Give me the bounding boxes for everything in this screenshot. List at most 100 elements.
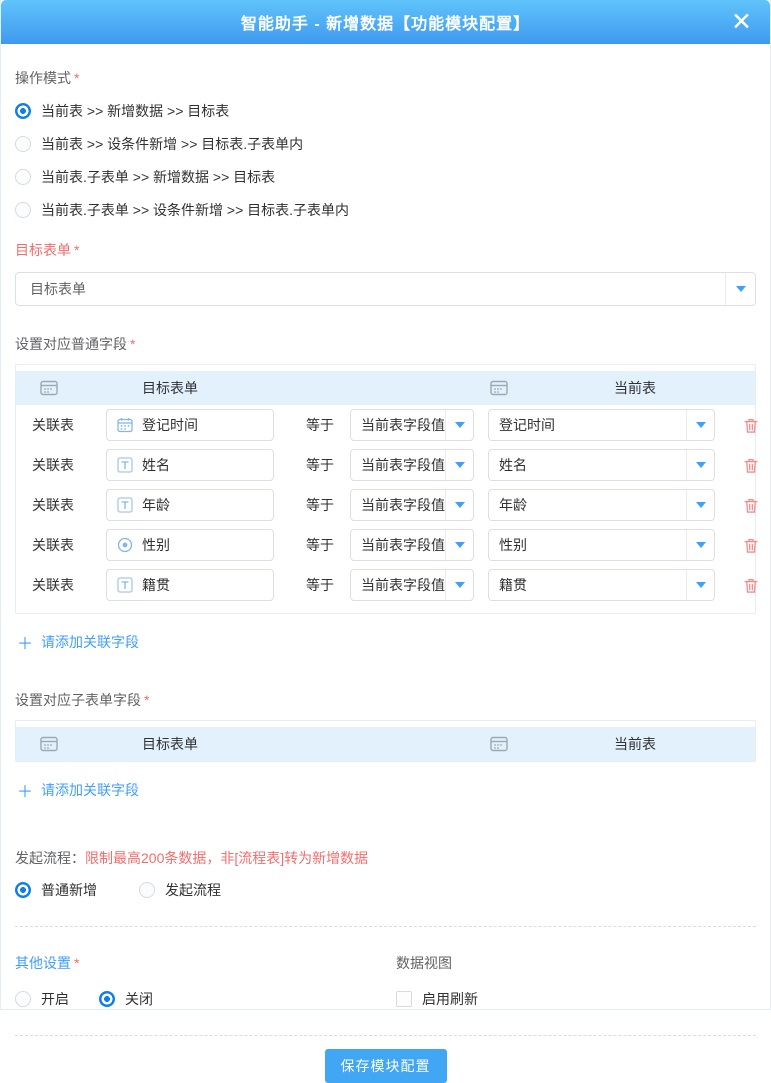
radio-icon[interactable] <box>15 103 31 119</box>
radio-field-icon <box>117 537 133 553</box>
radio-icon[interactable] <box>15 169 31 185</box>
table-header: 目标表单 当前表 <box>16 727 755 761</box>
chevron-down-icon[interactable] <box>686 530 714 560</box>
form-icon <box>40 380 58 396</box>
operation-mode-option-4[interactable]: 当前表.子表单 >> 设条件新增 >> 目标表.子表单内 <box>15 200 756 220</box>
chevron-down-icon[interactable] <box>445 410 473 440</box>
operator-label: 等于 <box>306 415 336 435</box>
current-field-select[interactable]: 登记时间 <box>488 409 715 441</box>
close-icon[interactable]: ✕ <box>731 6 752 38</box>
radio-icon[interactable] <box>15 202 31 218</box>
data-view-label: 数据视图 <box>396 953 756 973</box>
text-field-icon <box>117 577 133 593</box>
required-mark: * <box>74 70 79 86</box>
form-icon <box>490 736 508 752</box>
target-field-box[interactable]: 年龄 <box>106 489 274 521</box>
chevron-down-icon[interactable] <box>725 273 755 305</box>
process-option-flow[interactable]: 发起流程 <box>139 880 221 900</box>
chevron-down-icon[interactable] <box>686 450 714 480</box>
chevron-down-icon[interactable] <box>445 570 473 600</box>
text-field-icon <box>117 497 133 513</box>
enable-refresh-checkbox-row[interactable]: 启用刷新 <box>396 989 756 1009</box>
add-subform-relation-field-link[interactable]: ＋ 请添加关联字段 <box>17 778 139 802</box>
target-field-box[interactable]: 登记时间 <box>106 409 274 441</box>
target-field-box[interactable]: 性别 <box>106 529 274 561</box>
required-mark: * <box>144 692 149 708</box>
radio-icon[interactable] <box>15 136 31 152</box>
checkbox-icon[interactable] <box>396 991 412 1007</box>
form-icon <box>490 380 508 396</box>
plus-icon: ＋ <box>17 778 33 802</box>
chevron-down-icon[interactable] <box>686 570 714 600</box>
delete-row-button[interactable] <box>743 457 759 474</box>
other-settings-option-off[interactable]: 关闭 <box>99 989 153 1009</box>
delete-row-button[interactable] <box>743 497 759 514</box>
save-module-config-button[interactable]: 保存模块配置 <box>325 1049 447 1083</box>
target-field-name: 籍贯 <box>142 575 170 595</box>
relation-label: 关联表 <box>32 535 106 555</box>
radio-icon[interactable] <box>139 882 155 898</box>
radio-icon[interactable] <box>99 991 115 1007</box>
chevron-down-icon[interactable] <box>445 530 473 560</box>
target-field-box[interactable]: 籍贯 <box>106 569 274 601</box>
current-field-select[interactable]: 籍贯 <box>488 569 715 601</box>
chevron-down-icon[interactable] <box>445 450 473 480</box>
plus-icon: ＋ <box>17 630 33 654</box>
other-settings-label: 其他设置* <box>15 953 396 973</box>
required-mark: * <box>74 242 79 258</box>
calendar-icon <box>117 417 133 433</box>
chevron-down-icon[interactable] <box>686 410 714 440</box>
delete-row-button[interactable] <box>743 577 759 594</box>
divider <box>15 926 756 927</box>
mapping-row: 关联表 登记时间 等于 当前表字段值 登记时间 <box>16 405 755 445</box>
source-type-select[interactable]: 当前表字段值 <box>350 529 474 561</box>
operator-label: 等于 <box>306 495 336 515</box>
target-field-name: 性别 <box>142 535 170 555</box>
process-option-normal[interactable]: 普通新增 <box>15 880 97 900</box>
target-form-select[interactable]: 目标表单 <box>15 272 756 306</box>
operator-label: 等于 <box>306 455 336 475</box>
subform-fields-label: 设置对应子表单字段* <box>15 690 756 710</box>
operator-label: 等于 <box>306 575 336 595</box>
target-field-name: 登记时间 <box>142 415 198 435</box>
radio-icon[interactable] <box>15 882 31 898</box>
source-type-select[interactable]: 当前表字段值 <box>350 409 474 441</box>
target-field-box[interactable]: 姓名 <box>106 449 274 481</box>
normal-fields-table: 目标表单 当前表 关联表 登记时间 等于 <box>15 364 756 614</box>
divider <box>15 1035 756 1036</box>
target-form-label: 目标表单* <box>15 240 756 260</box>
operation-mode-option-3[interactable]: 当前表.子表单 >> 新增数据 >> 目标表 <box>15 167 756 187</box>
source-type-select[interactable]: 当前表字段值 <box>350 569 474 601</box>
dialog-header: 智能助手 - 新增数据【功能模块配置】 ✕ <box>1 0 770 44</box>
dialog-title: 智能助手 - 新增数据【功能模块配置】 <box>241 10 530 34</box>
column-header-current-table: 当前表 <box>614 378 656 398</box>
operation-mode-option-2[interactable]: 当前表 >> 设条件新增 >> 目标表.子表单内 <box>15 134 756 154</box>
operation-mode-label: 操作模式* <box>15 68 756 88</box>
current-field-select[interactable]: 年龄 <box>488 489 715 521</box>
table-header: 目标表单 当前表 <box>16 371 755 405</box>
target-field-name: 年龄 <box>142 495 170 515</box>
relation-label: 关联表 <box>32 575 106 595</box>
other-settings-option-on[interactable]: 开启 <box>15 989 69 1009</box>
text-field-icon <box>117 457 133 473</box>
process-label: 发起流程：限制最高200条数据，非[流程表]转为新增数据 <box>15 848 756 868</box>
operation-mode-option-1[interactable]: 当前表 >> 新增数据 >> 目标表 <box>15 101 756 121</box>
chevron-down-icon[interactable] <box>445 490 473 520</box>
relation-label: 关联表 <box>32 455 106 475</box>
delete-row-button[interactable] <box>743 417 759 434</box>
current-field-select[interactable]: 性别 <box>488 529 715 561</box>
relation-label: 关联表 <box>32 495 106 515</box>
module-config-dialog: 智能助手 - 新增数据【功能模块配置】 ✕ 操作模式* 当前表 >> 新增数据 … <box>0 0 771 1010</box>
source-type-select[interactable]: 当前表字段值 <box>350 449 474 481</box>
required-mark: * <box>74 955 79 971</box>
source-type-select[interactable]: 当前表字段值 <box>350 489 474 521</box>
radio-icon[interactable] <box>15 991 31 1007</box>
add-relation-field-link[interactable]: ＋ 请添加关联字段 <box>17 630 139 654</box>
delete-row-button[interactable] <box>743 537 759 554</box>
mapping-row: 关联表 年龄 等于 当前表字段值 年龄 <box>16 485 755 525</box>
mapping-row: 关联表 姓名 等于 当前表字段值 姓名 <box>16 445 755 485</box>
current-field-select[interactable]: 姓名 <box>488 449 715 481</box>
chevron-down-icon[interactable] <box>686 490 714 520</box>
column-header-target-form: 目标表单 <box>142 378 198 398</box>
process-warning: 限制最高200条数据，非[流程表]转为新增数据 <box>85 850 368 866</box>
